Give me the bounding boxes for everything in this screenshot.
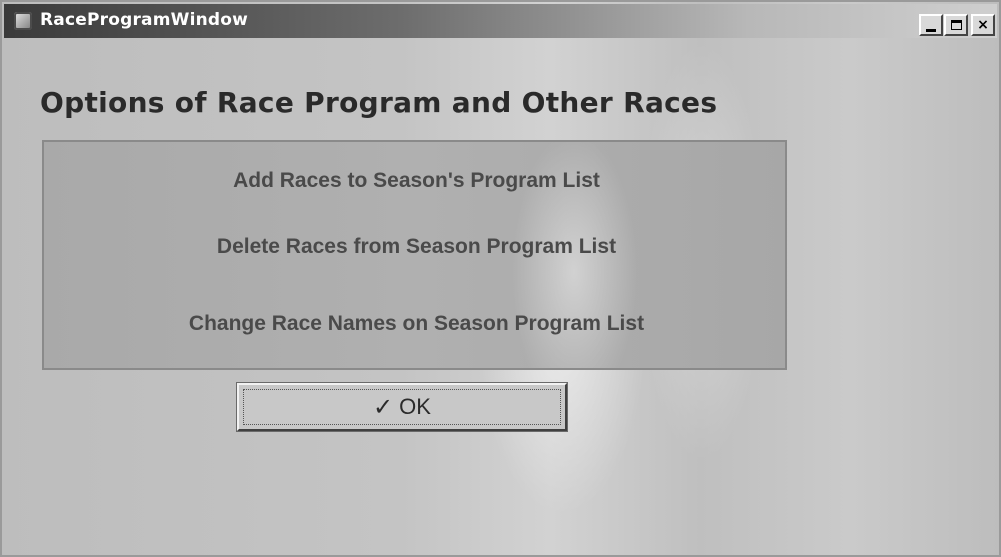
ok-button[interactable]: ✓ OK	[236, 382, 568, 432]
minimize-button[interactable]	[919, 14, 943, 36]
window-title: RaceProgramWindow	[40, 10, 249, 30]
ok-button-label: OK	[399, 394, 431, 419]
options-panel: Add Races to Season's Program List Delet…	[42, 140, 787, 370]
app-icon[interactable]	[14, 12, 32, 30]
race-program-window: RaceProgramWindow × Options of Race Prog…	[0, 0, 1001, 557]
close-button[interactable]: ×	[971, 14, 995, 36]
maximize-button[interactable]	[944, 14, 968, 36]
ok-button-focus-ring: ✓ OK	[243, 389, 561, 425]
change-race-names-option[interactable]: Change Race Names on Season Program List	[44, 312, 789, 336]
minimize-icon	[926, 28, 936, 32]
add-races-option[interactable]: Add Races to Season's Program List	[44, 169, 789, 193]
close-icon: ×	[977, 17, 989, 33]
delete-races-option[interactable]: Delete Races from Season Program List	[44, 235, 789, 259]
title-bar[interactable]: RaceProgramWindow ×	[4, 4, 997, 38]
maximize-icon	[950, 20, 962, 30]
page-heading: Options of Race Program and Other Races	[40, 86, 718, 119]
checkmark-icon: ✓	[373, 393, 394, 421]
